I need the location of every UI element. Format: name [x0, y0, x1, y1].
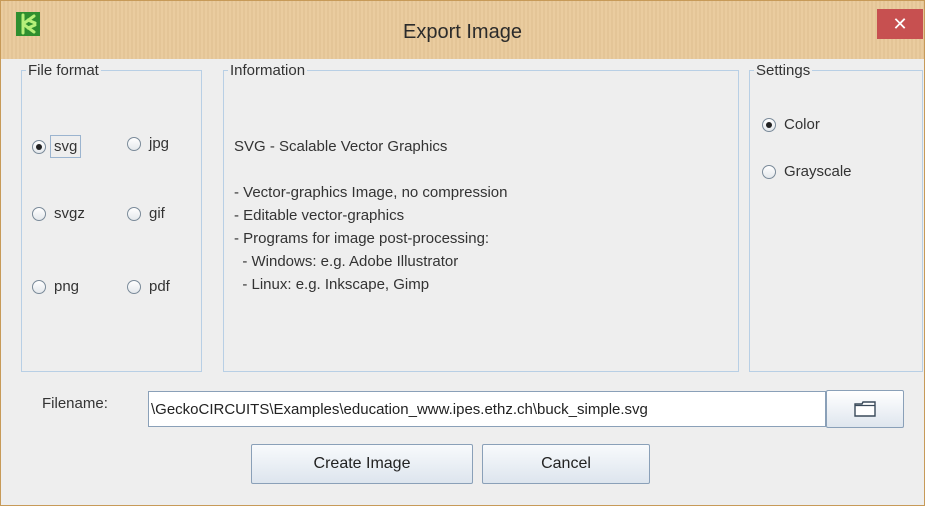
information-line: - Programs for image post-processing: [234, 230, 490, 247]
radio-label: Grayscale [784, 163, 852, 180]
information-line: - Linux: e.g. Inkscape, Gimp [234, 276, 430, 293]
radio-png[interactable]: png [32, 278, 79, 295]
filename-label: Filename: [42, 395, 108, 412]
radio-label: Color [784, 116, 820, 133]
information-line: - Windows: e.g. Adobe Illustrator [234, 253, 459, 270]
filename-input[interactable] [148, 391, 826, 427]
create-image-button[interactable]: Create Image [251, 444, 473, 484]
radio-color[interactable]: Color [762, 116, 820, 133]
information-legend: Information [230, 62, 306, 79]
radio-circle-checked[interactable] [32, 139, 46, 154]
export-image-dialog: Export Image ✕ File format svg jpg svgz … [0, 0, 925, 506]
information-line: - Vector-graphics Image, no compression [234, 184, 508, 201]
radio-label: pdf [149, 278, 170, 295]
radio-circle-checked[interactable] [762, 117, 776, 132]
radio-jpg[interactable]: jpg [127, 135, 169, 152]
radio-circle[interactable] [32, 279, 46, 294]
radio-svgz[interactable]: svgz [32, 205, 85, 222]
file-format-group: File format svg jpg svgz gif png pdf [21, 62, 202, 372]
browse-button[interactable] [826, 390, 904, 428]
radio-label: png [54, 278, 80, 295]
file-format-legend: File format [28, 62, 99, 79]
folder-icon [854, 401, 876, 417]
dialog-content: File format svg jpg svgz gif png pdf Inf… [8, 59, 923, 499]
settings-legend: Settings [756, 62, 811, 79]
settings-group: Settings Color Grayscale [749, 62, 923, 372]
radio-label: gif [149, 205, 165, 222]
radio-label: svgz [54, 205, 85, 222]
radio-svg[interactable]: svg [32, 135, 82, 158]
information-group: Information SVG - Scalable Vector Graphi… [223, 62, 739, 372]
radio-circle[interactable] [127, 136, 141, 151]
radio-circle[interactable] [127, 279, 141, 294]
information-text: SVG - Scalable Vector Graphics - Vector-… [234, 135, 728, 296]
radio-gif[interactable]: gif [127, 205, 165, 222]
radio-pdf[interactable]: pdf [127, 278, 170, 295]
close-button[interactable]: ✕ [877, 9, 923, 39]
radio-circle[interactable] [32, 206, 46, 221]
radio-circle[interactable] [762, 164, 776, 179]
radio-grayscale[interactable]: Grayscale [762, 163, 852, 180]
title-bar[interactable]: Export Image ✕ [1, 1, 924, 59]
information-heading: SVG - Scalable Vector Graphics [234, 138, 448, 155]
window-title: Export Image [403, 21, 522, 43]
radio-circle[interactable] [127, 206, 141, 221]
information-line: - Editable vector-graphics [234, 207, 405, 224]
radio-label: svg [50, 135, 82, 158]
radio-label: jpg [149, 135, 170, 152]
cancel-button[interactable]: Cancel [482, 444, 650, 484]
